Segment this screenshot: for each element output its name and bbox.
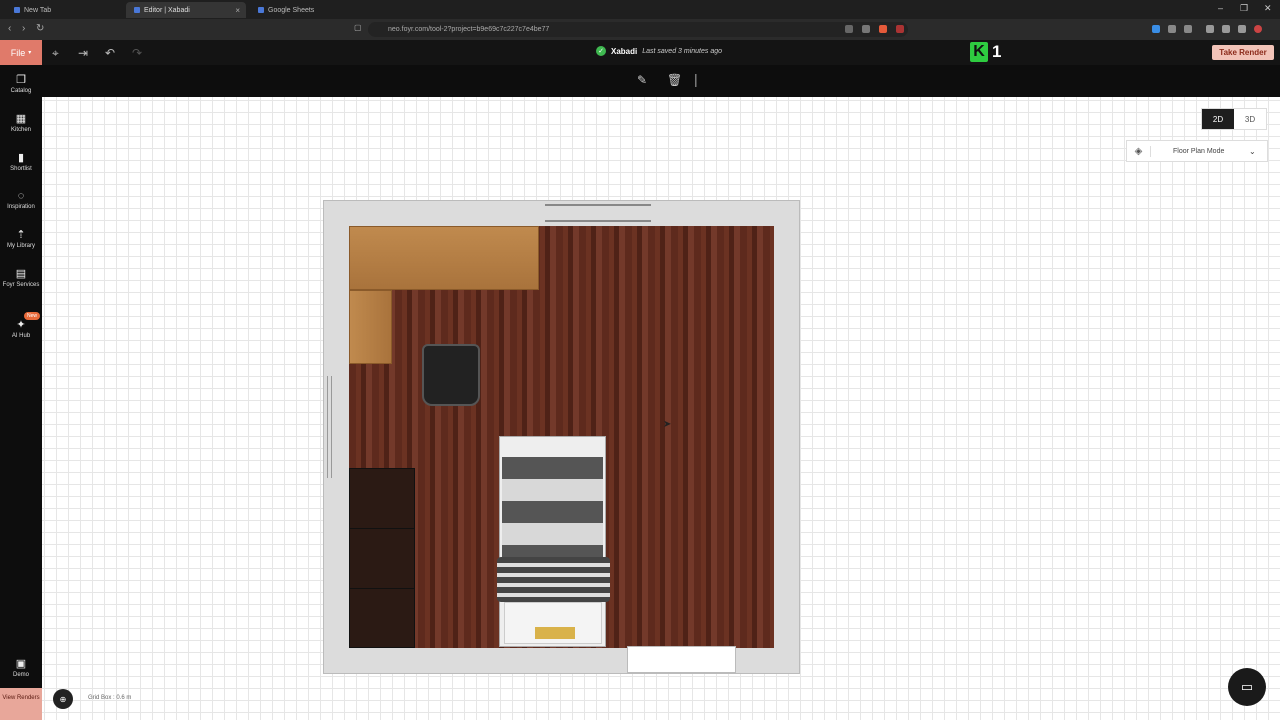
check-icon: ✓	[596, 46, 606, 56]
left-sidebar: ❐ Catalog ▦ Kitchen ▮ Shortlist ◌ Inspir…	[0, 65, 42, 720]
reload-icon[interactable]: ↻	[36, 23, 44, 34]
sidebar-item-ai-hub[interactable]: New ✦ AI Hub	[0, 312, 42, 339]
extension-icon[interactable]	[1222, 25, 1230, 33]
tab-favicon-icon	[134, 7, 140, 13]
wardrobe[interactable]	[349, 468, 415, 648]
sidebar-item-catalog[interactable]: ❐ Catalog	[0, 73, 42, 94]
sidebar-item-foyr-services[interactable]: ▤ Foyr Services	[0, 267, 42, 288]
toggle-2d-button[interactable]: 2D	[1202, 109, 1234, 129]
layers-icon: ◈	[1127, 145, 1151, 157]
project-status: ✓ Xabadi Last saved 3 minutes ago	[596, 46, 722, 56]
compass-icon[interactable]: ⊕	[53, 689, 73, 709]
door-opening[interactable]	[545, 204, 651, 222]
sidebar-item-inspiration[interactable]: ◌ Inspiration	[0, 190, 42, 210]
bookmark-icon[interactable]: ▢	[354, 23, 362, 32]
minimize-icon[interactable]: –	[1218, 3, 1223, 13]
mode-select[interactable]: ◈ Floor Plan Mode ⌄	[1126, 140, 1268, 162]
shortlist-icon: ▮	[17, 152, 25, 164]
browser-tab-bar: New Tab Editor | Xabadi × Google Sheets …	[0, 0, 1280, 19]
extension-icon[interactable]	[1238, 25, 1246, 33]
project-name[interactable]: Xabadi	[611, 47, 637, 56]
side-window[interactable]	[327, 376, 332, 478]
new-badge: New	[24, 312, 41, 320]
app-toolbar: File ▾ ⌖ ⇥ ↶ ↷ ✓ Xabadi Last saved 3 min…	[0, 40, 1280, 65]
view-toggle: 2D 3D	[1201, 108, 1267, 130]
back-icon[interactable]: ‹	[8, 23, 11, 34]
extension-icon[interactable]	[1168, 25, 1176, 33]
sidebar-item-my-library[interactable]: ⇡ My Library	[0, 228, 42, 249]
chevron-down-icon: ⌄	[1249, 146, 1256, 156]
object-toolbar: ✎ 🗑 |	[42, 65, 1280, 97]
url-input[interactable]: neo.foyr.com/tool-2?project=b9e69c7c227c…	[368, 22, 908, 37]
grid-box-label: Grid Box : 0.6 m	[88, 695, 132, 701]
bed-blanket	[497, 557, 610, 602]
toggle-3d-button[interactable]: 3D	[1234, 109, 1266, 129]
save-status: Last saved 3 minutes ago	[642, 47, 723, 55]
view-renders-button[interactable]: View Renders	[0, 688, 42, 720]
extension-icon[interactable]	[879, 25, 887, 33]
bed[interactable]	[497, 436, 610, 647]
logo-number: 1	[992, 42, 1002, 61]
toolbar-divider: |	[694, 71, 698, 87]
close-tab-icon[interactable]: ×	[235, 6, 240, 15]
mouse-cursor-icon: ➤	[663, 419, 672, 430]
desk-return[interactable]	[349, 290, 392, 364]
catalog-icon: ❐	[16, 74, 26, 86]
streamer-logo: K 1	[970, 42, 1001, 62]
sidebar-panel-icon[interactable]	[1206, 25, 1214, 33]
bottom-window[interactable]	[627, 646, 736, 673]
browser-tab[interactable]: Google Sheets	[250, 2, 370, 18]
tab-favicon-icon	[258, 7, 264, 13]
redo-icon[interactable]: ↷	[132, 46, 142, 60]
services-icon: ▤	[15, 268, 27, 280]
extension-icon[interactable]	[1184, 25, 1192, 33]
measure-tool-icon[interactable]: ⇥	[78, 46, 88, 60]
profile-icon[interactable]	[1254, 25, 1262, 33]
kitchen-icon: ▦	[15, 113, 27, 125]
office-chair[interactable]	[422, 344, 480, 406]
wardrobe-panel	[350, 469, 414, 529]
undo-icon[interactable]: ↶	[105, 46, 115, 60]
cushion	[535, 627, 575, 639]
address-bar-row: ‹ › ↻ ▢ neo.foyr.com/tool-2?project=b9e6…	[0, 19, 1280, 40]
upload-icon: ⇡	[16, 229, 26, 241]
take-render-button[interactable]: Take Render	[1212, 45, 1274, 60]
browser-tab[interactable]: New Tab	[6, 2, 121, 18]
demo-icon: ▣	[15, 658, 27, 670]
sidebar-item-demo[interactable]: ▣ Demo	[0, 657, 42, 678]
close-window-icon[interactable]: ✕	[1264, 3, 1272, 14]
delete-icon[interactable]: 🗑	[667, 73, 682, 87]
sidebar-item-kitchen[interactable]: ▦ Kitchen	[0, 112, 42, 133]
extension-icon[interactable]	[1152, 25, 1160, 33]
extension-icon[interactable]	[845, 25, 853, 33]
file-menu-button[interactable]: File ▾	[0, 40, 42, 65]
k-logo-icon: K	[970, 42, 988, 62]
extension-icon[interactable]	[862, 25, 870, 33]
maximize-icon[interactable]: ❐	[1240, 3, 1248, 14]
tab-favicon-icon	[14, 7, 20, 13]
chevron-down-icon: ▾	[28, 50, 32, 56]
forward-icon[interactable]: ›	[22, 23, 25, 34]
browser-tab-active[interactable]: Editor | Xabadi ×	[126, 2, 246, 18]
wardrobe-panel	[350, 529, 414, 589]
inspiration-icon: ◌	[17, 190, 25, 202]
desk-top[interactable]	[349, 226, 539, 290]
edit-pencil-icon[interactable]: ✎	[637, 73, 647, 87]
bed-pillows	[504, 602, 602, 644]
select-tool-icon[interactable]: ⌖	[52, 46, 59, 61]
wardrobe-panel	[350, 589, 414, 649]
sidebar-item-shortlist[interactable]: ▮ Shortlist	[0, 151, 42, 172]
extension-icon[interactable]	[896, 25, 904, 33]
chat-support-icon[interactable]: ▭	[1228, 668, 1266, 706]
